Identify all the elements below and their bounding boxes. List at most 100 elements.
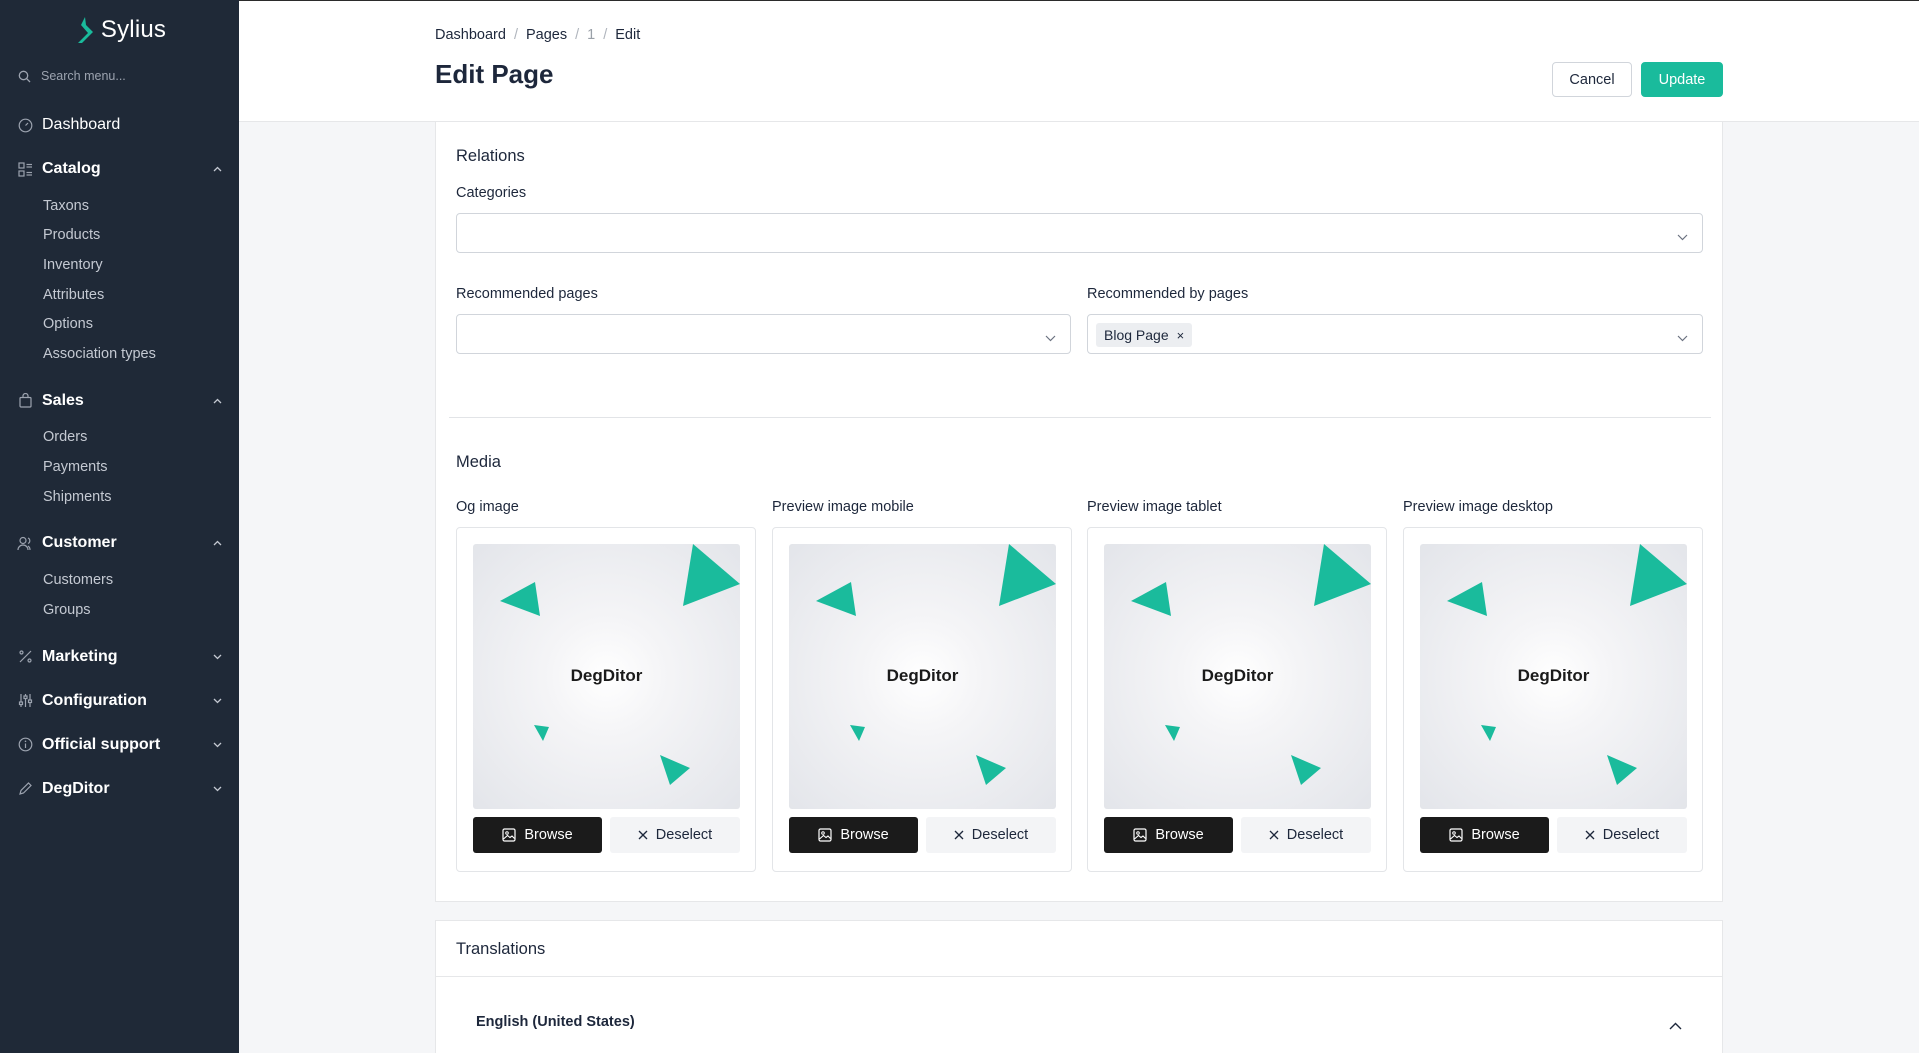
nav-marketing-label: Marketing [42,647,118,665]
categories-select[interactable] [456,213,1703,253]
nav-taxons[interactable]: Taxons [0,191,239,221]
tag-label: Blog Page [1104,327,1169,343]
close-icon [954,830,964,840]
breadcrumb: Dashboard / Pages / 1 / Edit [435,27,640,43]
cancel-button[interactable]: Cancel [1552,62,1632,97]
brand-logo[interactable]: Sylius [0,0,239,58]
recommended-pages-select[interactable] [456,314,1071,354]
image-icon [1133,828,1147,842]
preview-mobile-card: DegDitor Browse Deselect [772,527,1072,872]
chevron-down-icon [212,784,222,794]
update-button[interactable]: Update [1641,62,1723,97]
nav-configuration-label: Configuration [42,691,147,709]
pencil-icon [17,781,33,797]
chevron-down-icon [212,740,222,750]
nav-products[interactable]: Products [0,221,239,251]
translations-title: Translations [456,940,546,958]
breadcrumb-separator: / [575,27,580,43]
nav-configuration[interactable]: Configuration [0,679,239,723]
chevron-down-icon [212,652,222,662]
nav-marketing[interactable]: Marketing [0,635,239,679]
browse-label: Browse [1471,827,1520,843]
browse-button[interactable]: Browse [789,817,918,853]
recommended-pages-label: Recommended pages [456,286,598,302]
menu-search[interactable] [0,60,239,92]
recommended-by-pages-label: Recommended by pages [1087,286,1249,302]
chevron-up-icon [212,396,222,406]
translation-locale-label[interactable]: English (United States) [476,1014,635,1030]
browse-button[interactable]: Browse [473,817,602,853]
deselect-button[interactable]: Deselect [610,817,740,853]
nav-dashboard-label: Dashboard [42,116,121,133]
deselect-button[interactable]: Deselect [1557,817,1687,853]
chevron-up-icon [212,538,222,548]
browse-label: Browse [1155,827,1204,843]
deselect-label: Deselect [655,827,713,843]
chevron-up-icon[interactable] [1669,1017,1682,1035]
deselect-label: Deselect [971,827,1029,843]
image-caption: DegDitor [1201,666,1274,685]
info-icon [17,737,33,753]
browse-button[interactable]: Browse [1420,817,1549,853]
nav-groups[interactable]: Groups [0,595,239,625]
breadcrumb-edit: Edit [615,27,641,43]
nav-catalog[interactable]: Catalog [0,147,239,191]
page-header: Dashboard / Pages / 1 / Edit Edit Page C… [239,0,1919,122]
og-image-card: DegDitor Browse Deselect [456,527,756,872]
preview-tablet-preview: DegDitor [1104,544,1371,809]
image-icon [818,828,832,842]
nav-association-types[interactable]: Association types [0,339,239,369]
chevron-up-icon [212,164,222,174]
nav-options[interactable]: Options [0,309,239,339]
deselect-button[interactable]: Deselect [926,817,1056,853]
nav-attributes[interactable]: Attributes [0,280,239,310]
sylius-logo-icon [77,17,93,43]
image-caption: DegDitor [1517,666,1590,685]
chevron-down-icon [212,696,222,706]
percent-icon [17,649,33,665]
preview-mobile-preview: DegDitor [789,544,1056,809]
deselect-label: Deselect [1602,827,1660,843]
nav-dashboard[interactable]: Dashboard [0,103,239,147]
catalog-submenu: Taxons Products Inventory Attributes Opt… [0,191,239,379]
recommended-by-pages-select[interactable]: Blog Page × [1087,314,1703,354]
browse-label: Browse [524,827,573,843]
sliders-icon [17,693,33,709]
breadcrumb-separator: / [513,27,518,43]
relations-title: Relations [456,147,525,165]
shopping-bag-icon [17,393,33,409]
chevron-down-icon [1677,329,1688,347]
users-icon [17,535,33,551]
image-icon [502,828,516,842]
nav-catalog-label: Catalog [42,160,101,177]
nav-degditor[interactable]: DegDitor [0,767,239,811]
tag-remove-icon[interactable]: × [1177,328,1185,343]
nav-shipments[interactable]: Shipments [0,482,239,512]
preview-desktop-preview: DegDitor [1420,544,1687,809]
breadcrumb-separator: / [603,27,608,43]
og-image-label: Og image [456,499,519,515]
chevron-down-icon [1045,329,1056,347]
nav-inventory[interactable]: Inventory [0,250,239,280]
browse-label: Browse [840,827,889,843]
categories-label: Categories [456,185,527,201]
nav-sales-label: Sales [42,391,84,409]
menu-search-input[interactable] [41,69,211,83]
breadcrumb-id[interactable]: 1 [587,27,595,43]
nav-sales[interactable]: Sales [0,379,239,423]
nav-official-support-label: Official support [42,735,161,753]
breadcrumb-pages[interactable]: Pages [526,27,567,43]
nav-official-support[interactable]: Official support [0,723,239,767]
nav-customers[interactable]: Customers [0,565,239,595]
nav-customer[interactable]: Customer [0,521,239,565]
breadcrumb-dashboard[interactable]: Dashboard [435,27,506,43]
image-icon [1449,828,1463,842]
preview-desktop-label: Preview image desktop [1403,499,1553,515]
chevron-down-icon [1677,228,1688,246]
nav-payments[interactable]: Payments [0,452,239,482]
nav-orders[interactable]: Orders [0,423,239,453]
deselect-button[interactable]: Deselect [1241,817,1371,853]
page-title: Edit Page [435,59,554,89]
browse-button[interactable]: Browse [1104,817,1233,853]
preview-mobile-label: Preview image mobile [772,499,914,515]
